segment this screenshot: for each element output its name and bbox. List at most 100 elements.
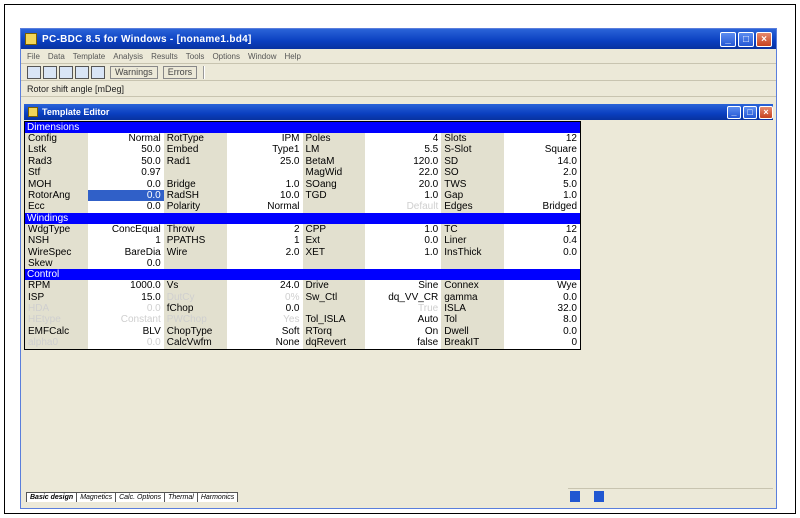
param-value[interactable]: 1000.0	[87, 280, 164, 292]
param-value[interactable]: Normal	[226, 201, 303, 213]
param-value[interactable]: 12	[504, 133, 580, 145]
param-value[interactable]: 2.0	[504, 167, 580, 179]
param-value[interactable]: dq_VV_CR	[365, 291, 442, 304]
tab-basic-design[interactable]: Basic design	[26, 492, 78, 502]
param-value[interactable]: BLV	[87, 325, 164, 338]
param-value[interactable]: 1.0	[365, 246, 442, 258]
menu-file[interactable]: File	[27, 52, 40, 61]
param-value[interactable]: Wye	[504, 280, 580, 292]
menu-help[interactable]: Help	[284, 52, 300, 61]
param-value[interactable]: 0.0	[87, 201, 164, 213]
input-mode-icon[interactable]	[594, 491, 604, 502]
param-value[interactable]: 0.0	[226, 303, 303, 315]
save-icon[interactable]	[59, 65, 73, 79]
param-value[interactable]: 0.0	[87, 257, 164, 270]
menu-analysis[interactable]: Analysis	[113, 52, 143, 61]
param-value[interactable]: 25.0	[226, 155, 303, 168]
param-value[interactable]: ConcEqual	[87, 223, 164, 236]
main-titlebar[interactable]: PC-BDC 8.5 for Windows - [noname1.bd4] _…	[21, 29, 776, 49]
param-value[interactable]: Square	[504, 144, 580, 156]
param-value[interactable]: Type1	[226, 144, 303, 156]
param-value[interactable]: 0.0	[87, 337, 164, 349]
param-value[interactable]: On	[365, 325, 442, 338]
tab-magnetics[interactable]: Magnetics	[76, 492, 117, 502]
param-value[interactable]: 1	[226, 235, 303, 247]
tray-menu-icon[interactable]	[654, 491, 664, 502]
param-value[interactable]: 10.0	[226, 189, 303, 202]
param-value[interactable]: 0.4	[504, 235, 580, 247]
menu-window[interactable]: Window	[248, 52, 276, 61]
param-value[interactable]: 120.0	[365, 155, 442, 168]
errors-button[interactable]: Errors	[162, 65, 198, 79]
param-value[interactable]: True	[365, 303, 442, 315]
param-value[interactable]: IPM	[226, 133, 303, 145]
param-value[interactable]: 0.0	[87, 189, 164, 202]
print-icon[interactable]	[75, 65, 89, 79]
param-value[interactable]: 5.5	[365, 144, 442, 156]
param-value[interactable]: 0.0	[504, 325, 580, 338]
param-value[interactable]: 1.0	[365, 223, 442, 236]
param-value[interactable]: 4	[365, 133, 442, 145]
param-value[interactable]: 14.0	[504, 155, 580, 168]
minimize-button[interactable]: _	[720, 31, 736, 47]
editor-maximize-button[interactable]: □	[743, 105, 757, 119]
param-value[interactable]: 22.0	[365, 167, 442, 179]
param-value[interactable]	[365, 257, 442, 270]
param-value[interactable]: false	[365, 337, 442, 349]
template-editor-titlebar[interactable]: Template Editor _ □ ×	[24, 104, 773, 120]
menu-template[interactable]: Template	[73, 52, 105, 61]
param-value[interactable]: 0.0	[87, 303, 164, 315]
param-value[interactable]	[226, 167, 303, 179]
param-value[interactable]: BareDia	[87, 246, 164, 258]
param-value[interactable]: None	[226, 337, 303, 349]
param-value[interactable]: Auto	[365, 314, 442, 326]
new-file-icon[interactable]	[27, 65, 41, 79]
param-value[interactable]: Soft	[226, 325, 303, 338]
param-value[interactable]: Bridged	[504, 201, 580, 213]
param-value[interactable]	[226, 257, 303, 270]
param-value[interactable]: 50.0	[87, 144, 164, 156]
param-value[interactable]: 15.0	[87, 291, 164, 304]
menu-data[interactable]: Data	[48, 52, 65, 61]
param-value[interactable]: 0.97	[87, 167, 164, 179]
param-value[interactable]: 0.0	[504, 291, 580, 304]
param-value[interactable]: 5.0	[504, 178, 580, 190]
param-value[interactable]: 1.0	[226, 178, 303, 190]
kana-icon[interactable]	[618, 491, 628, 502]
menu-tools[interactable]: Tools	[186, 52, 205, 61]
param-value[interactable]: 0.0	[365, 235, 442, 247]
editor-minimize-button[interactable]: _	[727, 105, 741, 119]
editor-close-button[interactable]: ×	[759, 105, 773, 119]
param-value[interactable]: 32.0	[504, 303, 580, 315]
caps-icon[interactable]	[606, 491, 616, 502]
menu-options[interactable]: Options	[212, 52, 240, 61]
open-folder-icon[interactable]	[43, 65, 57, 79]
param-value[interactable]: 24.0	[226, 280, 303, 292]
param-value[interactable]: Sine	[365, 280, 442, 292]
keyboard-icon[interactable]	[582, 491, 592, 502]
param-value[interactable]: 0%	[226, 291, 303, 304]
param-value[interactable]: Default	[365, 201, 442, 213]
close-button[interactable]: ×	[756, 31, 772, 47]
tab-thermal[interactable]: Thermal	[164, 492, 198, 502]
maximize-button[interactable]: □	[738, 31, 754, 47]
param-value[interactable]: Yes	[226, 314, 303, 326]
warnings-button[interactable]: Warnings	[110, 65, 158, 79]
param-value[interactable]: Constant	[87, 314, 164, 326]
param-value[interactable]: 50.0	[87, 155, 164, 168]
param-value[interactable]: 2	[226, 223, 303, 236]
dictionary-icon[interactable]	[642, 491, 652, 502]
ime-icon[interactable]	[570, 491, 580, 502]
param-value[interactable]: 0	[504, 337, 580, 349]
param-value[interactable]: 0.0	[87, 178, 164, 190]
param-value[interactable]: Normal	[87, 133, 164, 145]
help-book-icon[interactable]	[91, 65, 105, 79]
param-value[interactable]: 0.0	[504, 246, 580, 258]
settings-icon[interactable]	[630, 491, 640, 502]
param-value[interactable]	[504, 257, 580, 270]
tab-harmonics[interactable]: Harmonics	[196, 492, 239, 502]
param-value[interactable]: 8.0	[504, 314, 580, 326]
menu-results[interactable]: Results	[151, 52, 178, 61]
param-value[interactable]: 1	[87, 235, 164, 247]
tab-calc-options[interactable]: Calc. Options	[115, 492, 166, 502]
